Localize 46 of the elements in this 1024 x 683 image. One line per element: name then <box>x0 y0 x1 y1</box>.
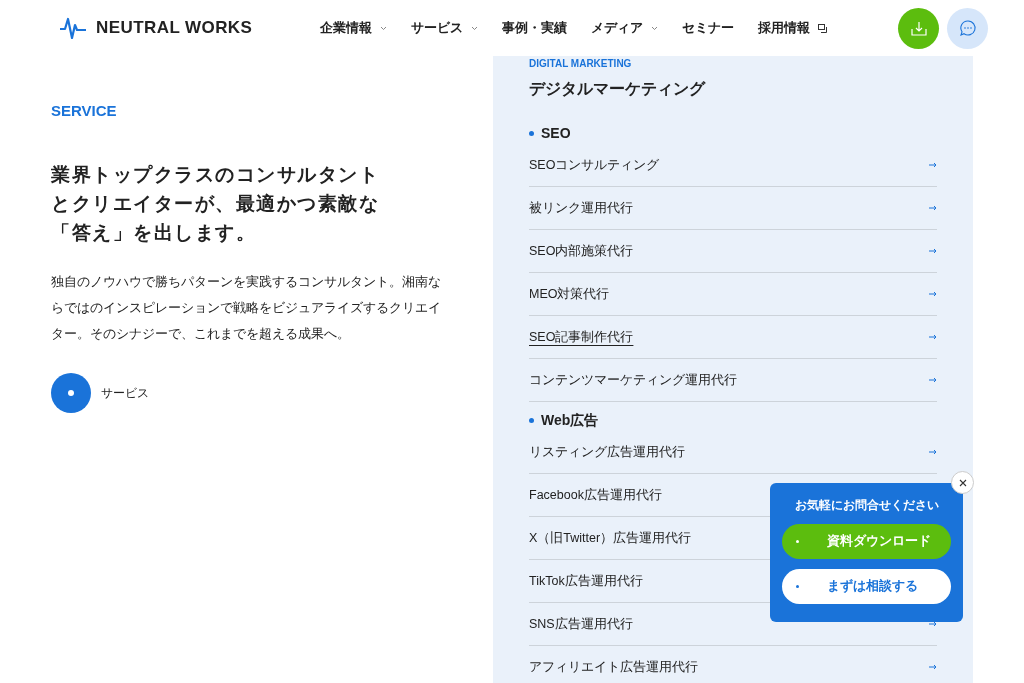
menu-item[interactable]: SEOコンサルティング <box>529 144 937 187</box>
arrow-icon <box>929 162 937 168</box>
chat-icon <box>958 19 977 37</box>
nav-link[interactable]: セミナー <box>682 18 734 38</box>
menu-item[interactable]: 被リンク運用代行 <box>529 187 937 230</box>
nav-link[interactable]: サービス <box>411 18 478 38</box>
group-title: Web広告 <box>541 411 599 430</box>
menu-item[interactable]: SEO内部施策代行 <box>529 230 937 273</box>
bullet-icon <box>529 131 534 136</box>
section-eyebrow: SERVICE <box>51 101 118 121</box>
external-link-icon <box>818 23 827 33</box>
arrow-icon <box>929 291 937 297</box>
nav-link[interactable]: 企業情報 <box>320 18 387 38</box>
arrow-icon <box>929 664 937 670</box>
bullet-icon <box>529 418 534 423</box>
menu-item[interactable]: MEO対策代行 <box>529 273 937 316</box>
popup-button[interactable]: まずは相談する <box>782 569 951 605</box>
nav-link[interactable]: メディア <box>591 18 658 38</box>
menu-item[interactable]: コンテンツマーケティング運用代行 <box>529 359 937 402</box>
section-heading: 業界トップクラスのコンサルタント とクリエイターが、最適かつ素敵な 「答え」を出します。 <box>51 162 381 245</box>
section-body: 独自のノウハウで勝ちパターンを実践するコンサルタント。湘南ならではのインスピレーションで戦略をビジュアライズするクリエイター。そのシナジーで、これまでを超える成果へ。 <box>51 273 442 343</box>
panel-eyebrow: DIGITAL MARKETING <box>529 57 633 71</box>
chat-button[interactable] <box>947 7 988 49</box>
caret-icon <box>380 25 387 31</box>
caret-icon <box>471 25 478 31</box>
close-icon <box>958 478 967 487</box>
group-title: SEO <box>541 124 571 143</box>
menu-item[interactable]: SEO記事制作代行 <box>529 316 937 359</box>
popup-title: お気軽にお問合せください <box>793 498 940 514</box>
arrow-icon <box>929 449 937 455</box>
arrow-icon <box>929 377 937 383</box>
panel-title: デジタルマーケティング <box>529 79 707 99</box>
logo-wave-icon <box>60 17 88 39</box>
nav-link[interactable]: 事例・実績 <box>502 18 567 38</box>
arrow-icon <box>929 205 937 211</box>
nav-link[interactable]: 採用情報 <box>758 18 827 38</box>
logo-text: NEUTRAL WORKS <box>96 17 253 40</box>
caret-icon <box>651 25 658 31</box>
menu-item[interactable]: リスティング広告運用代行 <box>529 431 937 474</box>
download-button[interactable] <box>898 7 939 49</box>
arrow-icon <box>929 334 937 340</box>
link-label: サービス <box>101 384 149 402</box>
menu-item[interactable]: アフィリエイト広告運用代行 <box>529 646 937 683</box>
download-icon <box>910 20 927 36</box>
arrow-icon <box>929 248 937 254</box>
service-link[interactable]: サービス <box>51 372 149 413</box>
